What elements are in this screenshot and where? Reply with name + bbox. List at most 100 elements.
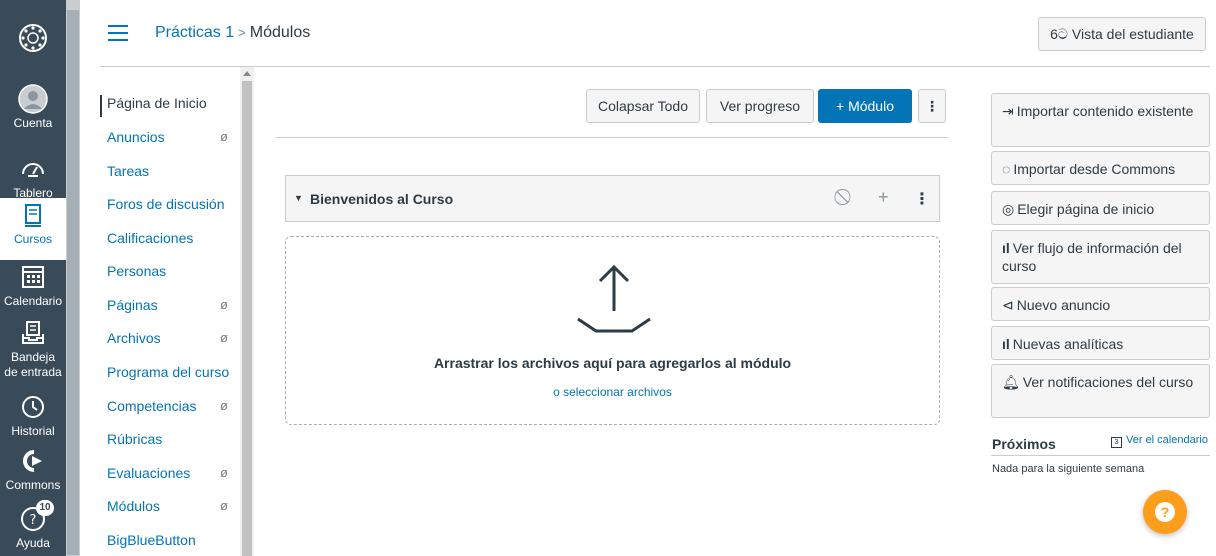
breadcrumb-course-link[interactable]: Prácticas 1 (155, 24, 234, 41)
course-nav-modules[interactable]: Módulos ø (107, 498, 247, 520)
toolbar-divider (276, 137, 948, 138)
commons-icon: ◌ (1002, 161, 1011, 177)
view-calendar-label: Ver el calendario (1126, 434, 1208, 446)
course-nav-label: Foros de discusión (107, 196, 225, 212)
import-commons-label: Importar desde Commons (1013, 161, 1176, 177)
global-nav: Cuenta Tablero Cursos Calendario Bandeja… (0, 0, 66, 556)
nav-history-label: Historial (11, 424, 55, 438)
import-content-label: Importar contenido existente (1016, 103, 1194, 119)
course-nav-label: Calificaciones (107, 230, 194, 246)
nav-dashboard[interactable]: Tablero (0, 154, 66, 201)
import-commons-button[interactable]: ◌ Importar desde Commons (991, 151, 1210, 185)
hidden-eye-icon: ø (220, 465, 228, 480)
course-nav-syllabus[interactable]: Programa del curso (107, 364, 247, 386)
view-calendar-link[interactable]: 3 Ver el calendario (1111, 434, 1208, 448)
collapse-caret-icon[interactable]: ▼ (294, 193, 303, 203)
hidden-eye-icon: ø (220, 129, 228, 144)
course-nav-label: Personas (107, 263, 167, 279)
module-options-kebab-icon[interactable]: ⋮ (914, 189, 930, 209)
help-question-icon[interactable]: ? (1143, 490, 1187, 534)
nav-scrollbar[interactable] (66, 0, 80, 556)
glasses-icon: 6ට (1050, 26, 1068, 42)
course-stream-button[interactable]: ıl Ver flujo de información del curso (991, 230, 1210, 284)
account-icon (18, 84, 48, 114)
header-divider (100, 66, 1210, 67)
hamburger-menu-icon[interactable] (108, 25, 128, 41)
select-files-link[interactable]: o seleccionar archivos (286, 385, 939, 399)
file-dropzone[interactable]: Arrastrar los archivos aquí para agregar… (285, 236, 940, 425)
new-announcement-label: Nuevo anuncio (1016, 297, 1111, 313)
nav-calendar-label: Calendario (3, 294, 63, 308)
megaphone-icon: ⊲ (1002, 297, 1014, 313)
nav-courses[interactable]: Cursos (0, 198, 66, 260)
course-nav-announcements[interactable]: Anuncios ø (107, 129, 247, 151)
nav-help[interactable]: ? 10 Ayuda (0, 500, 66, 551)
course-nav-scrollbar[interactable] (240, 67, 254, 556)
course-nav-grades[interactable]: Calificaciones (107, 230, 247, 252)
canvas-logo-icon[interactable] (17, 22, 49, 54)
dashboard-icon (22, 163, 44, 177)
course-nav-label: Rúbricas (107, 431, 163, 447)
choose-home-page-button[interactable]: ◎ Elegir página de inicio (991, 191, 1210, 225)
course-nav-label: Archivos (107, 330, 161, 346)
module-title: Bienvenidos al Curso (310, 191, 454, 207)
new-analytics-button[interactable]: ıl Nuevas analíticas (991, 326, 1210, 360)
course-nav-bigbluebutton[interactable]: BigBlueButton (107, 532, 247, 554)
course-nav-label: Evaluaciones (107, 465, 191, 481)
breadcrumb: Prácticas 1 > Módulos (155, 24, 310, 42)
nav-commons[interactable]: Commons (0, 446, 66, 493)
course-notifications-label: Ver notificaciones del curso (1022, 374, 1194, 390)
course-nav-scrollbar-thumb[interactable] (242, 81, 252, 556)
module-header[interactable]: ▼ Bienvenidos al Curso ⃠ + ⋮ (285, 175, 940, 222)
breadcrumb-current: Módulos (249, 24, 311, 41)
upcoming-divider (991, 455, 1210, 456)
course-nav-quizzes[interactable]: Evaluaciones ø (107, 465, 247, 487)
nav-history[interactable]: Historial (0, 392, 66, 439)
course-nav-outcomes[interactable]: Competencias ø (107, 398, 247, 420)
course-nav-label: Anuncios (107, 129, 165, 145)
nav-scrollbar-thumb[interactable] (67, 10, 79, 555)
bar-chart-icon: ıl (1002, 336, 1010, 352)
course-nav-home[interactable]: Página de Inicio (100, 95, 240, 117)
hidden-eye-icon: ø (220, 330, 228, 345)
course-nav-assignments[interactable]: Tareas (107, 163, 247, 185)
course-nav-label: Páginas (107, 297, 158, 313)
nav-account-label: Cuenta (13, 116, 53, 130)
bar-chart-icon: ıl (1002, 240, 1010, 256)
course-nav-discussions[interactable]: Foros de discusión (107, 196, 247, 218)
nav-calendar[interactable]: Calendario (0, 262, 66, 309)
notification-badge: 10 (36, 500, 54, 516)
nav-commons-label: Commons (5, 478, 61, 492)
nav-account[interactable]: Cuenta (0, 84, 66, 131)
add-module-button[interactable]: + Módulo (818, 89, 912, 123)
nav-inbox-label-2: de entrada (4, 365, 62, 379)
new-announcement-button[interactable]: ⊲ Nuevo anuncio (991, 287, 1210, 321)
calendar-icon (22, 266, 44, 288)
collapse-all-button[interactable]: Colapsar Todo (586, 89, 700, 123)
svg-text:?: ? (30, 513, 37, 528)
nav-inbox[interactable]: Bandeja de entrada (0, 318, 66, 380)
commons-icon (23, 450, 42, 472)
choose-home-label: Elegir página de inicio (1017, 201, 1155, 217)
student-view-label: Vista del estudiante (1071, 26, 1194, 42)
student-view-button[interactable]: 6ට Vista del estudiante (1038, 17, 1206, 51)
import-icon: ⇥ (1002, 103, 1014, 119)
no-upcoming-text: Nada para la siguiente semana (992, 463, 1145, 475)
hidden-eye-icon: ø (220, 398, 228, 413)
course-nav-pages[interactable]: Páginas ø (107, 297, 247, 319)
course-nav-people[interactable]: Personas (107, 263, 247, 285)
course-nav-label: Tareas (107, 163, 150, 179)
course-notifications-button[interactable]: 🔔︎ Ver notificaciones del curso (991, 364, 1210, 418)
course-nav-label: Competencias (107, 398, 197, 414)
view-progress-button[interactable]: Ver progreso (706, 89, 814, 123)
scroll-up-arrow-icon[interactable] (243, 71, 251, 76)
breadcrumb-separator: > (238, 25, 246, 40)
course-nav-rubrics[interactable]: Rúbricas (107, 431, 247, 453)
courses-icon (25, 204, 41, 227)
target-icon: ◎ (1002, 201, 1015, 217)
course-nav-files[interactable]: Archivos ø (107, 330, 247, 352)
import-content-button[interactable]: ⇥ Importar contenido existente (991, 93, 1210, 147)
add-item-plus-icon[interactable]: + (878, 187, 889, 208)
upload-arrow-icon (577, 264, 651, 333)
more-options-kebab-icon[interactable]: ⋮ (918, 89, 946, 123)
